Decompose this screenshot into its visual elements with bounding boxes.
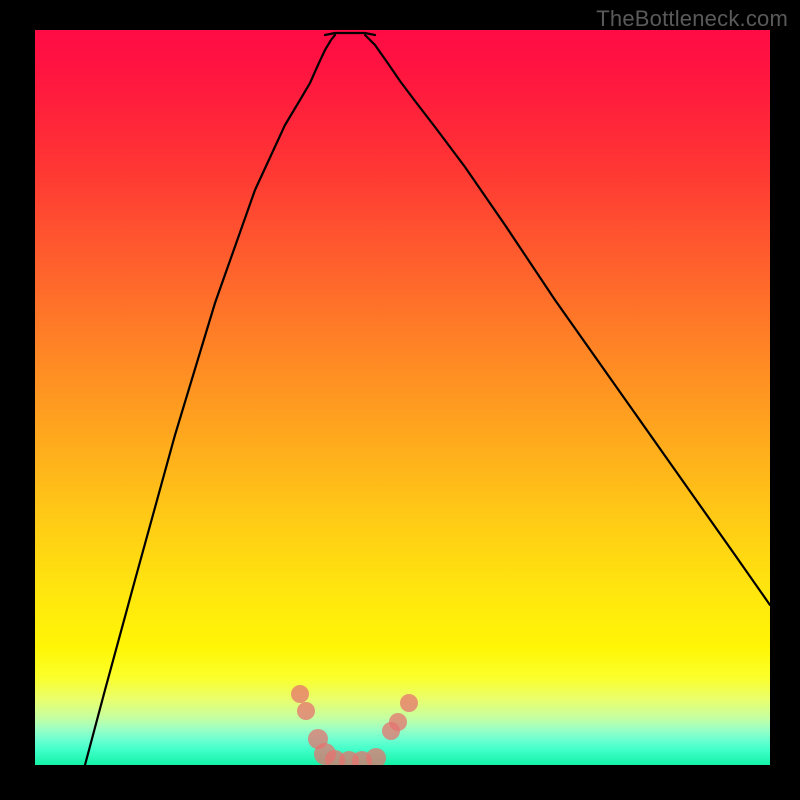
series-left-curve	[85, 35, 335, 765]
series-right-curve	[365, 35, 770, 605]
marker-points	[291, 685, 418, 765]
plot-area	[35, 30, 770, 765]
series-valley-floor	[325, 33, 375, 35]
marker-point	[366, 748, 386, 765]
marker-point	[389, 713, 407, 731]
marker-point	[297, 702, 315, 720]
marker-point	[400, 694, 418, 712]
curve-lines	[85, 33, 770, 765]
marker-point	[291, 685, 309, 703]
chart-svg	[35, 30, 770, 765]
watermark-text: TheBottleneck.com	[596, 6, 788, 32]
